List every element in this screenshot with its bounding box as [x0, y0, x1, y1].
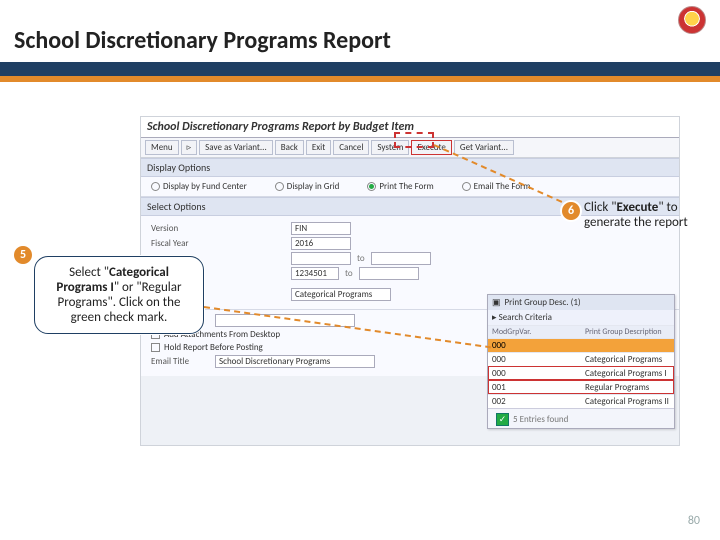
popup-row-2[interactable]: 000Categorical Programs I [488, 366, 674, 380]
input-range1-from[interactable] [291, 252, 351, 265]
popup-search-criteria[interactable]: ▸ Search Criteria [488, 310, 674, 325]
display-options-row: Display by Fund Center Display in Grid P… [141, 177, 679, 197]
toolbar: Menu ▹ Save as Variant... Back Exit Canc… [141, 138, 679, 158]
cancel-button[interactable]: Cancel [333, 140, 369, 155]
get-variant-button[interactable]: Get Variant... [454, 140, 514, 155]
popup-title: ▣Print Group Desc. (1) [488, 295, 674, 310]
page-title: School Discretionary Programs Report [14, 26, 391, 55]
sap-app-window: School Discretionary Programs Report by … [140, 116, 680, 446]
district-logo [678, 6, 706, 34]
input-fund-center-to[interactable] [359, 267, 419, 280]
popup-columns: ModGrpVar.Print Group Description [488, 325, 674, 338]
popup-row-1[interactable]: 000Categorical Programs [488, 352, 674, 366]
popup-footer: ✓5 Entries found [488, 408, 674, 428]
popup-row-4[interactable]: 002Categorical Programs II [488, 394, 674, 408]
menu-button[interactable]: Menu [145, 140, 179, 155]
input-program-group[interactable]: Categorical Programs [291, 288, 391, 301]
radio-by-fund-center[interactable]: Display by Fund Center [151, 181, 247, 192]
save-variant-button[interactable]: Save as Variant... [199, 140, 273, 155]
step-badge-5: 5 [14, 246, 32, 264]
callout-5-bubble: Select "Categorical Programs I" or "Regu… [34, 256, 204, 334]
email-title-input[interactable]: School Discretionary Programs [215, 355, 375, 368]
radio-print-form[interactable]: Print The Form [367, 181, 433, 192]
popup-row-0[interactable]: 000 [488, 338, 674, 352]
input-range1-to[interactable] [371, 252, 431, 265]
radio-display-grid[interactable]: Display in Grid [275, 181, 340, 192]
toolbar-play-icon[interactable]: ▹ [181, 140, 198, 155]
input-version[interactable]: FIN [291, 222, 351, 235]
input-fund-center-from[interactable]: 1234501 [291, 267, 339, 280]
callout-6-text: Click "Execute" to generate the report [584, 200, 710, 230]
execute-button[interactable]: Execute [411, 140, 451, 155]
system-button[interactable]: System [371, 140, 409, 155]
check-icon[interactable]: ✓ [496, 413, 509, 426]
label-version: Version [151, 223, 291, 234]
step-badge-6: 6 [562, 202, 580, 220]
display-options-header: Display Options [141, 158, 679, 177]
exit-button[interactable]: Exit [306, 140, 331, 155]
label-fiscal-year: Fiscal Year [151, 238, 291, 249]
print-group-search-popup: ▣Print Group Desc. (1) ▸ Search Criteria… [487, 294, 675, 429]
email-title-label: Email Title [151, 356, 211, 367]
back-button[interactable]: Back [275, 140, 304, 155]
popup-row-3[interactable]: 001Regular Programs [488, 380, 674, 394]
app-window-title: School Discretionary Programs Report by … [141, 117, 679, 138]
slide: School Discretionary Programs Report Sch… [0, 0, 720, 540]
input-fiscal-year[interactable]: 2016 [291, 237, 351, 250]
title-bar-navy [0, 62, 720, 76]
page-number: 80 [688, 514, 700, 528]
title-bar-orange [0, 76, 720, 82]
